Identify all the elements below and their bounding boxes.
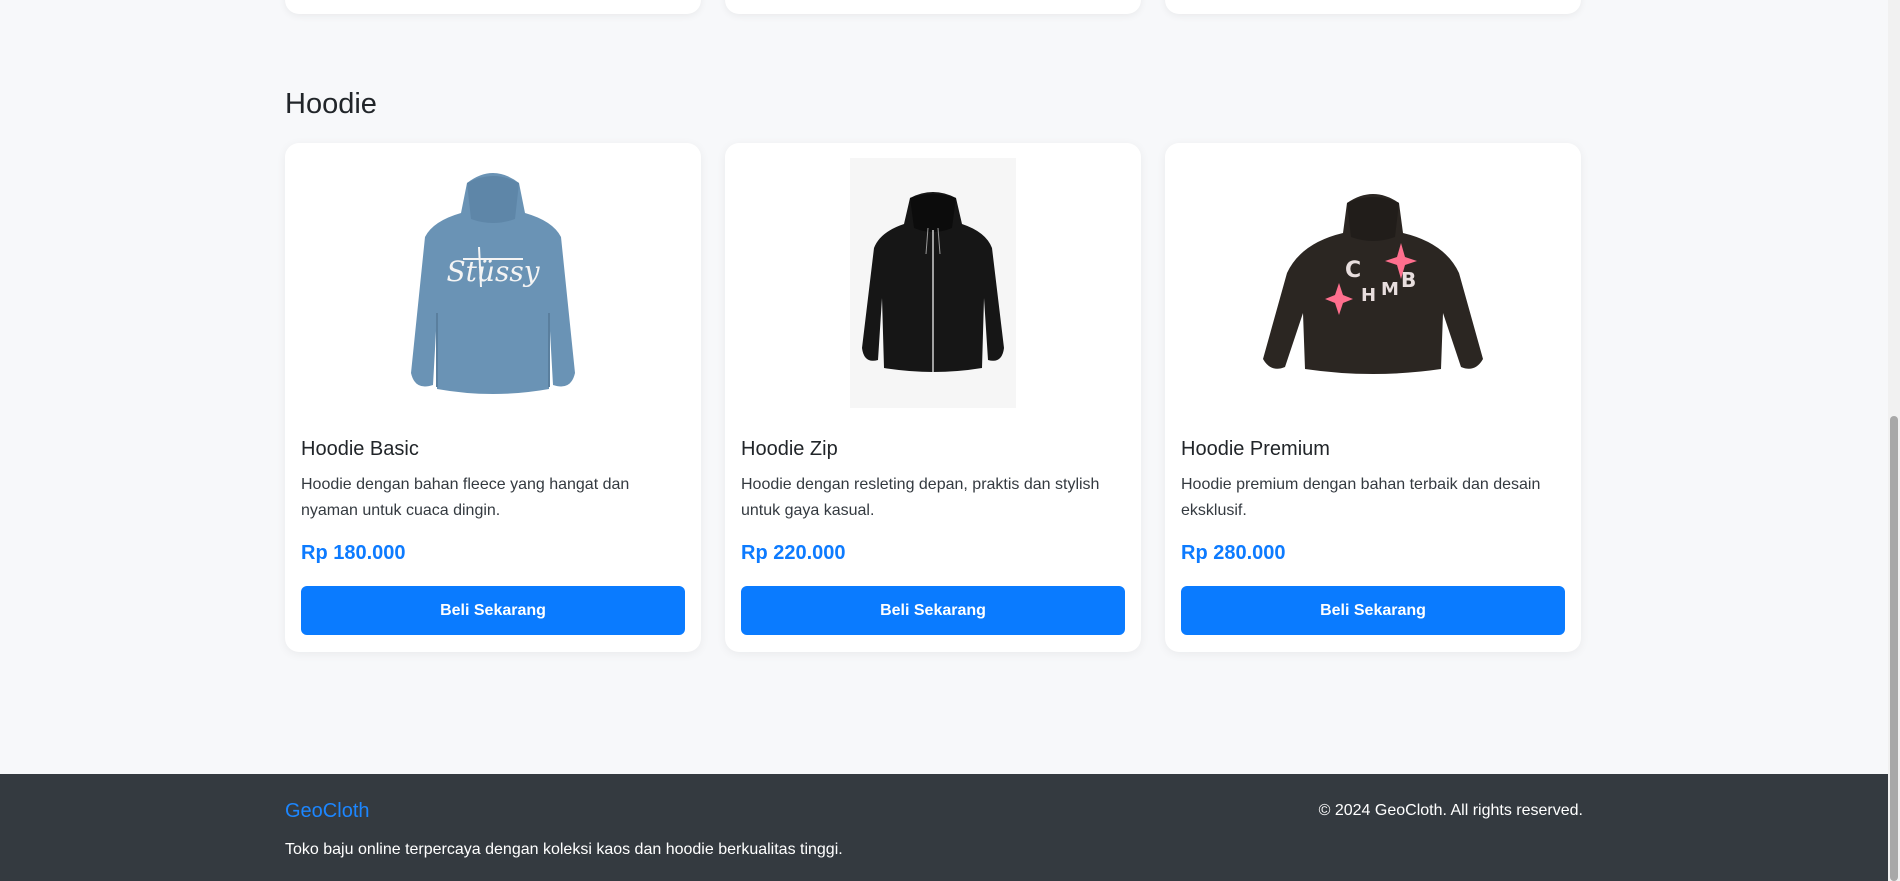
product-image: C H M B — [1181, 157, 1565, 409]
previous-product-card — [1165, 0, 1581, 14]
footer-copyright: © 2024 GeoCloth. All rights reserved. — [1318, 802, 1583, 819]
product-name: Hoodie Basic — [301, 438, 419, 460]
footer-brand[interactable]: GeoCloth — [285, 799, 370, 823]
scrollbar-thumb[interactable] — [1890, 416, 1898, 881]
product-card: C H M B Hoodie Premium Hoodie premium de… — [1165, 143, 1581, 652]
product-photo-background — [850, 158, 1016, 408]
buy-now-button[interactable]: Beli Sekarang — [741, 586, 1125, 635]
product-description: Hoodie dengan bahan fleece yang hangat d… — [301, 476, 630, 519]
product-description: Hoodie premium dengan bahan terbaik dan … — [1181, 476, 1541, 519]
black-zip-hoodie-icon — [862, 192, 1004, 372]
buy-now-button[interactable]: Beli Sekarang — [1181, 586, 1565, 635]
buy-now-button[interactable]: Beli Sekarang — [301, 586, 685, 635]
hoodie-letter: H — [1361, 285, 1376, 306]
product-card: Hoodie Zip Hoodie dengan resleting depan… — [725, 143, 1141, 652]
previous-section-row — [285, 0, 1583, 14]
product-image: Stüssy — [301, 157, 685, 409]
previous-product-card — [725, 0, 1141, 14]
blue-hoodie-icon: Stüssy — [411, 173, 575, 394]
footer — [0, 774, 1888, 881]
hoodie-letter: B — [1401, 268, 1416, 292]
product-name: Hoodie Premium — [1181, 438, 1330, 460]
product-price: Rp 180.000 — [301, 542, 406, 564]
black-premium-hoodie-icon: C H M B — [1263, 194, 1483, 374]
product-description: Hoodie dengan resleting depan, praktis d… — [741, 476, 1100, 519]
product-price: Rp 280.000 — [1181, 542, 1286, 564]
product-name: Hoodie Zip — [741, 438, 838, 460]
previous-product-card — [285, 0, 701, 14]
page: Hoodie Stüssy Hoodie Basic Hoodie dengan… — [0, 0, 1888, 881]
product-image — [741, 157, 1125, 409]
product-card: Stüssy Hoodie Basic Hoodie dengan bahan … — [285, 143, 701, 652]
section-title: Hoodie — [285, 88, 377, 120]
footer-tagline: Toko baju online terpercaya dengan kolek… — [285, 841, 843, 858]
hoodie-letter: M — [1381, 279, 1399, 300]
hoodie-letter: C — [1345, 258, 1361, 283]
product-price: Rp 220.000 — [741, 542, 846, 564]
